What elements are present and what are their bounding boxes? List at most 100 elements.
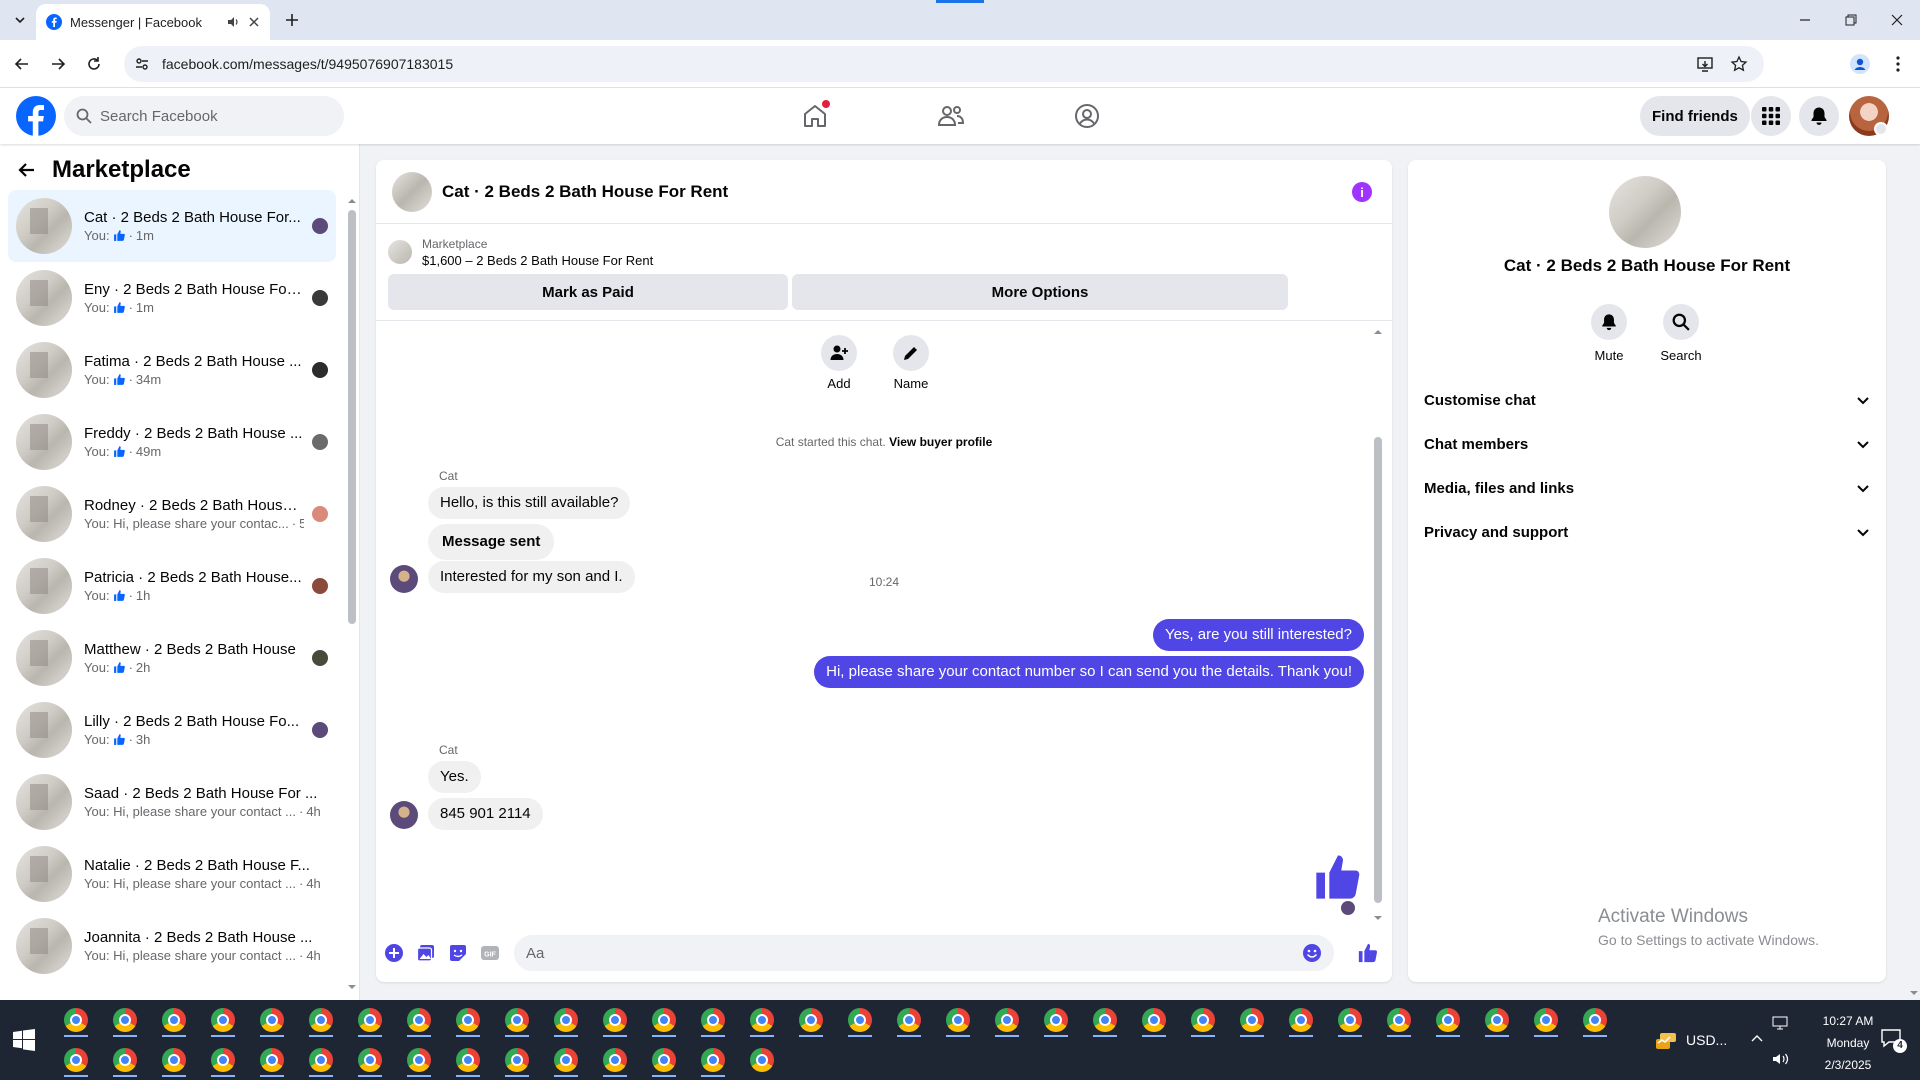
taskbar-chrome-window[interactable] bbox=[495, 1042, 539, 1078]
taskbar-chrome-window[interactable] bbox=[54, 1002, 98, 1038]
site-info-icon[interactable] bbox=[134, 56, 150, 72]
nav-home[interactable] bbox=[760, 88, 870, 144]
taskbar-chrome-window[interactable] bbox=[691, 1042, 735, 1078]
message-bubble-incoming[interactable]: 845 901 2114 bbox=[428, 798, 543, 830]
section-chat-members[interactable]: Chat members bbox=[1416, 422, 1878, 466]
conversation-item[interactable]: Matthew · 2 Beds 2 Bath House You: · 2h bbox=[8, 622, 336, 694]
conversation-item[interactable]: Patricia · 2 Beds 2 Bath House... You: · 1h bbox=[8, 550, 336, 622]
scroll-down-arrow-icon[interactable] bbox=[346, 982, 358, 992]
add-people-button[interactable] bbox=[821, 335, 857, 371]
taskbar-chrome-window[interactable] bbox=[1230, 1002, 1274, 1038]
taskbar-chrome-window[interactable] bbox=[1328, 1002, 1372, 1038]
message-input[interactable] bbox=[526, 944, 1302, 962]
page-scrollbar[interactable] bbox=[1908, 88, 1920, 1000]
scroll-down-arrow-icon[interactable] bbox=[1908, 988, 1920, 998]
conversation-item[interactable]: Eny · 2 Beds 2 Bath House For R... You: · 1… bbox=[8, 262, 336, 334]
chat-title[interactable]: Cat · 2 Beds 2 Bath House For Rent bbox=[442, 182, 728, 202]
taskbar-chrome-window[interactable] bbox=[642, 1042, 686, 1078]
taskbar-chrome-window[interactable] bbox=[250, 1002, 294, 1038]
taskbar-chrome-window[interactable] bbox=[54, 1042, 98, 1078]
info-icon[interactable]: i bbox=[1352, 182, 1372, 202]
marketplace-listing-bar[interactable]: Marketplace $1,600 – 2 Beds 2 Bath House… bbox=[388, 232, 1388, 272]
minimize-button[interactable] bbox=[1782, 0, 1828, 40]
taskbar-chrome-window[interactable] bbox=[1426, 1002, 1470, 1038]
nav-friends[interactable] bbox=[896, 88, 1006, 144]
taskbar-chrome-window[interactable] bbox=[1279, 1002, 1323, 1038]
taskbar-chrome-window[interactable] bbox=[544, 1002, 588, 1038]
message-input-box[interactable] bbox=[514, 935, 1334, 971]
browser-tab-messenger[interactable]: Messenger | Facebook bbox=[36, 4, 270, 40]
message-bubble-outgoing[interactable]: Hi, please share your contact number so … bbox=[814, 656, 1364, 688]
search-in-chat-button[interactable]: Search bbox=[1651, 304, 1711, 363]
send-like-button[interactable] bbox=[1354, 939, 1382, 967]
message-sent-card[interactable]: Message sent bbox=[428, 524, 555, 560]
taskbar-chrome-window[interactable] bbox=[299, 1042, 343, 1078]
taskbar-chrome-window[interactable] bbox=[495, 1002, 539, 1038]
close-tab-icon[interactable] bbox=[248, 16, 260, 28]
message-bubble-incoming[interactable]: Yes. bbox=[428, 761, 481, 793]
browser-menu-button[interactable] bbox=[1884, 50, 1912, 78]
more-actions-button[interactable] bbox=[382, 941, 406, 965]
taskbar-chrome-window[interactable] bbox=[103, 1042, 147, 1078]
facebook-search[interactable] bbox=[64, 96, 344, 136]
notification-center-button[interactable]: 4 bbox=[1880, 1028, 1907, 1054]
taskbar-chrome-window[interactable] bbox=[1524, 1002, 1568, 1038]
reload-button[interactable] bbox=[80, 50, 108, 78]
restore-button[interactable] bbox=[1828, 0, 1874, 40]
taskbar-chrome-window[interactable] bbox=[250, 1042, 294, 1078]
taskbar-chrome-window[interactable] bbox=[1181, 1002, 1225, 1038]
listing-photo[interactable] bbox=[1609, 176, 1681, 248]
sender-avatar[interactable] bbox=[390, 801, 418, 829]
taskbar-chrome-window[interactable] bbox=[201, 1002, 245, 1038]
taskbar-chrome-window[interactable] bbox=[397, 1002, 441, 1038]
currency-widget[interactable]: USD... bbox=[1654, 1000, 1727, 1080]
scrollbar-thumb[interactable] bbox=[348, 210, 356, 624]
section-privacy-support[interactable]: Privacy and support bbox=[1416, 510, 1878, 554]
section-customise-chat[interactable]: Customise chat bbox=[1416, 378, 1878, 422]
conversation-item[interactable]: Natalie · 2 Beds 2 Bath House F... You: H… bbox=[8, 838, 336, 910]
menu-button[interactable] bbox=[1751, 96, 1791, 136]
network-icon[interactable] bbox=[1772, 1016, 1788, 1030]
taskbar-chrome-window[interactable] bbox=[789, 1002, 833, 1038]
taskbar-chrome-window[interactable] bbox=[201, 1042, 245, 1078]
conversation-item[interactable]: Saad · 2 Beds 2 Bath House For ... You: H… bbox=[8, 766, 336, 838]
conversation-item[interactable]: Rodney · 2 Beds 2 Bath House F... You: Hi… bbox=[8, 478, 336, 550]
address-bar[interactable]: facebook.com/messages/t/9495076907183015 bbox=[124, 46, 1764, 82]
message-bubble-outgoing[interactable]: Yes, are you still interested? bbox=[1152, 619, 1364, 651]
more-options-button[interactable]: More Options bbox=[792, 274, 1288, 310]
taskbar-chrome-window[interactable] bbox=[740, 1042, 784, 1078]
taskbar-chrome-window[interactable] bbox=[936, 1002, 980, 1038]
taskbar-chrome-window[interactable] bbox=[985, 1002, 1029, 1038]
taskbar-chrome-window[interactable] bbox=[740, 1002, 784, 1038]
profile-button[interactable] bbox=[1846, 50, 1874, 78]
scroll-up-arrow-icon[interactable] bbox=[1372, 327, 1384, 337]
mark-as-paid-button[interactable]: Mark as Paid bbox=[388, 274, 788, 310]
taskbar-chrome-window[interactable] bbox=[1377, 1002, 1421, 1038]
bookmark-star-icon[interactable] bbox=[1730, 55, 1748, 73]
taskbar-chrome-window[interactable] bbox=[887, 1002, 931, 1038]
chat-avatar[interactable] bbox=[392, 171, 432, 212]
volume-icon[interactable] bbox=[1772, 1052, 1790, 1066]
taskbar-chrome-window[interactable] bbox=[544, 1042, 588, 1078]
windows-start-icon[interactable] bbox=[10, 1026, 38, 1054]
sticker-button[interactable] bbox=[446, 941, 470, 965]
forward-button[interactable] bbox=[44, 50, 72, 78]
close-window-button[interactable] bbox=[1874, 0, 1920, 40]
name-chat-button[interactable] bbox=[893, 335, 929, 371]
facebook-logo[interactable] bbox=[16, 96, 56, 136]
conversation-item[interactable]: Lilly · 2 Beds 2 Bath House Fo... You: · 3h bbox=[8, 694, 336, 766]
taskbar-chrome-window[interactable] bbox=[152, 1042, 196, 1078]
chevron-up-icon[interactable] bbox=[1750, 1032, 1764, 1046]
notifications-button[interactable] bbox=[1799, 96, 1839, 136]
taskbar-chrome-window[interactable] bbox=[103, 1002, 147, 1038]
speaker-icon[interactable] bbox=[226, 15, 240, 29]
tab-search-chevron-icon[interactable] bbox=[8, 8, 32, 32]
taskbar-chrome-window[interactable] bbox=[299, 1002, 343, 1038]
taskbar-chrome-window[interactable] bbox=[691, 1002, 735, 1038]
install-app-icon[interactable] bbox=[1696, 55, 1714, 73]
scroll-up-arrow-icon[interactable] bbox=[346, 196, 358, 206]
section-media-files-links[interactable]: Media, files and links bbox=[1416, 466, 1878, 510]
message-bubble-incoming[interactable]: Hello, is this still available? bbox=[428, 487, 631, 519]
conversation-item[interactable]: Fatima · 2 Beds 2 Bath House ... You: · 34m bbox=[8, 334, 336, 406]
taskbar-chrome-window[interactable] bbox=[593, 1002, 637, 1038]
